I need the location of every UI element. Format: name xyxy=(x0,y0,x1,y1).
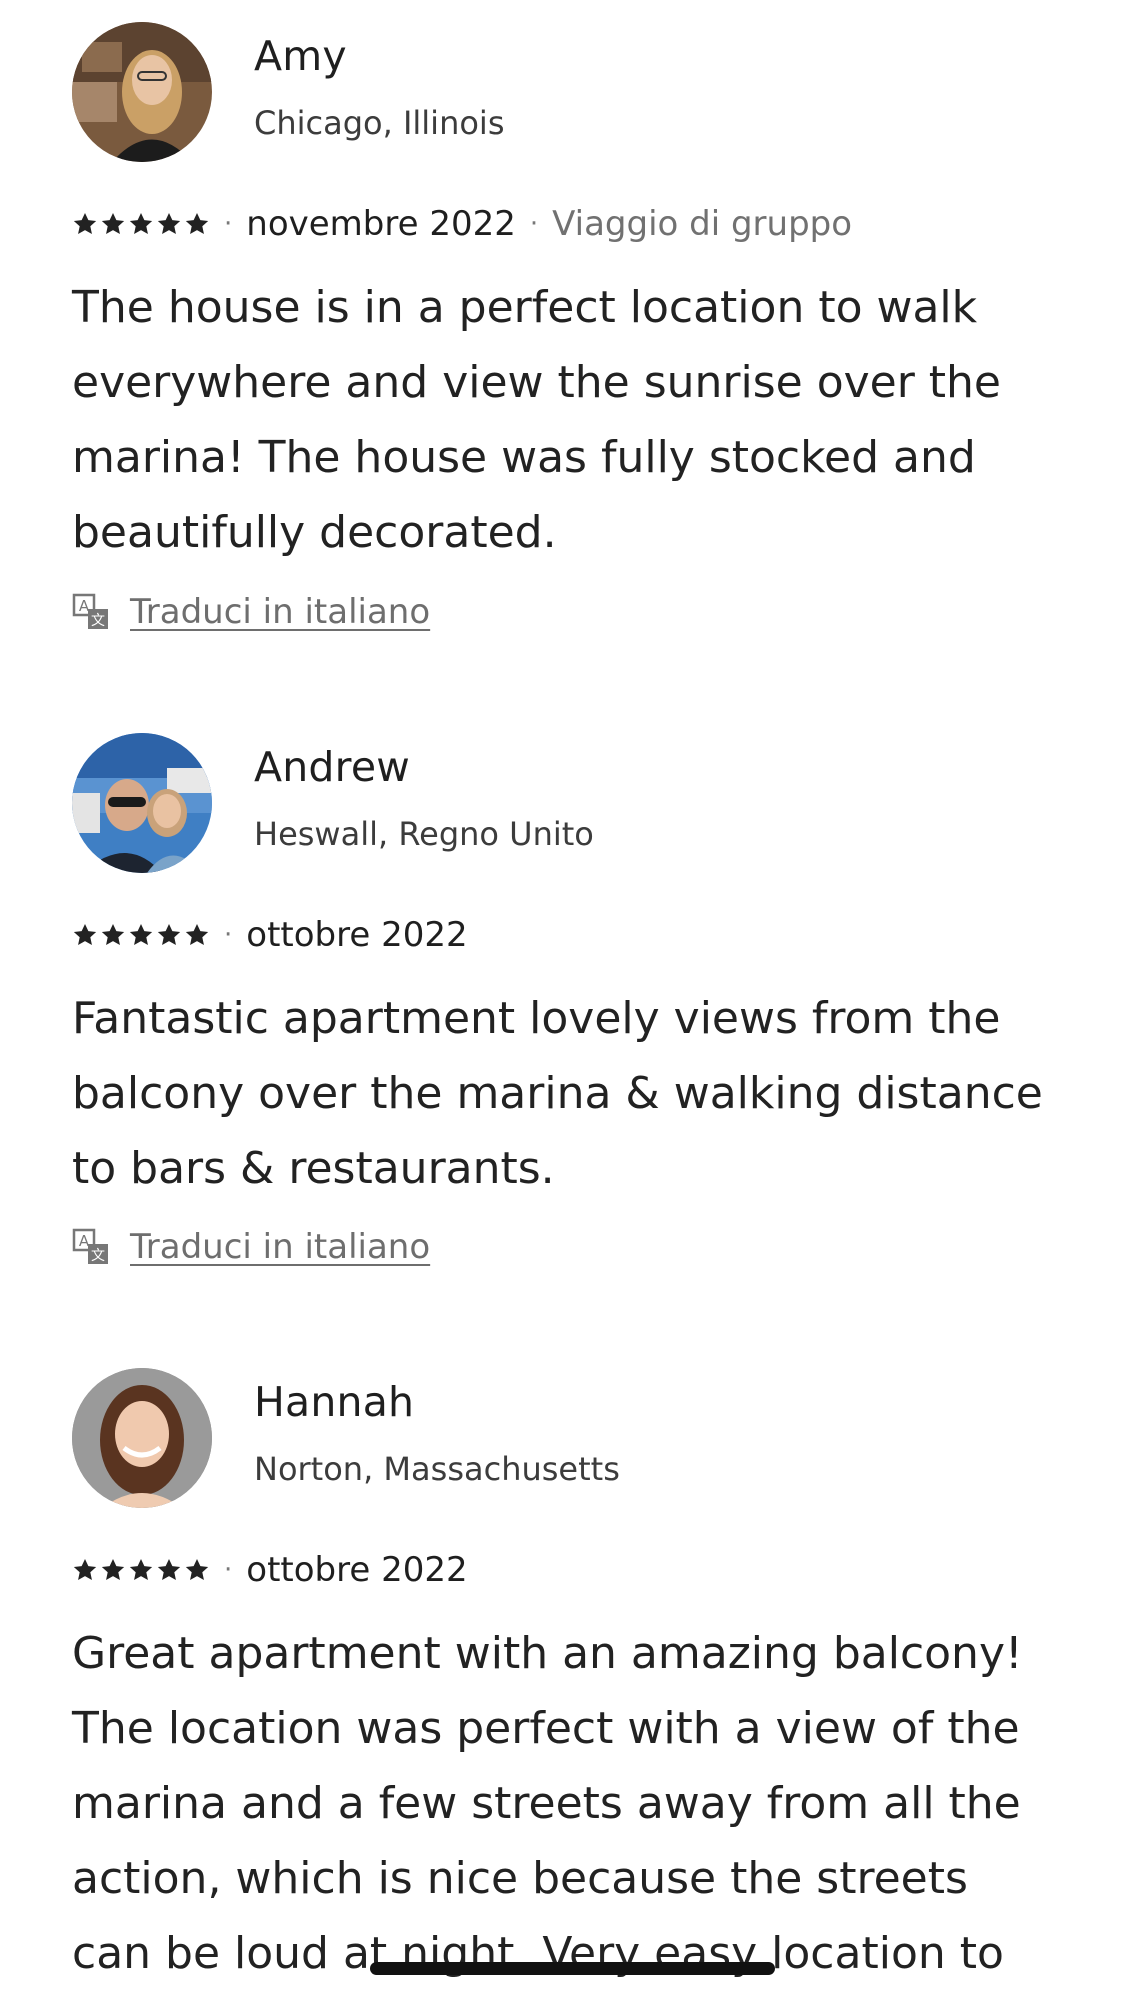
review-text-line: action, which is nice because the street… xyxy=(72,1853,968,1904)
reviewer-name: Andrew xyxy=(254,743,410,791)
review-text-line: The location was perfect with a view of … xyxy=(72,1703,1020,1754)
home-indicator[interactable] xyxy=(370,1962,775,1975)
rating-stars xyxy=(72,922,210,948)
star-icon xyxy=(73,923,97,945)
star-icon xyxy=(157,1558,181,1580)
reviewer-location: Norton, Massachusetts xyxy=(254,1450,620,1488)
review-text: Great apartment with an amazing balcony!… xyxy=(72,1616,1092,1991)
reviewer-location: Heswall, Regno Unito xyxy=(254,815,594,853)
review-meta: · ottobre 2022 xyxy=(72,1548,468,1592)
rating-stars xyxy=(72,1557,210,1583)
review-text-line: The house is in a perfect location to wa… xyxy=(72,282,978,333)
review-meta: · ottobre 2022 xyxy=(72,913,468,957)
avatar[interactable] xyxy=(72,733,212,873)
star-icon xyxy=(101,923,125,945)
review-meta: · novembre 2022 · Viaggio di gruppo xyxy=(72,202,852,246)
translate-link[interactable]: A 文 Traduci in italiano xyxy=(72,1227,430,1267)
svg-text:文: 文 xyxy=(91,613,105,629)
review-header: Hannah Norton, Massachusetts xyxy=(72,1368,1092,1508)
svg-text:文: 文 xyxy=(91,1248,105,1264)
translate-icon: A 文 xyxy=(72,593,108,629)
separator-dot: · xyxy=(224,920,233,950)
review-card: Hannah Norton, Massachusetts · ottobre 2… xyxy=(72,1368,1092,1979)
review-text-line: Fantastic apartment lovely views from th… xyxy=(72,993,1001,1044)
translate-icon: A 文 xyxy=(72,1228,108,1264)
review-date: ottobre 2022 xyxy=(246,915,468,955)
review-text-line: to bars & restaurants. xyxy=(72,1143,555,1194)
star-icon xyxy=(185,1558,209,1580)
star-icon xyxy=(185,923,209,945)
translate-link[interactable]: A 文 Traduci in italiano xyxy=(72,592,430,632)
separator-dot: · xyxy=(529,209,539,239)
star-icon xyxy=(157,923,181,945)
review-card: Andrew Heswall, Regno Unito · ottobre 20… xyxy=(72,733,1092,1267)
review-text-line: balcony over the marina & walking distan… xyxy=(72,1068,1043,1119)
star-icon xyxy=(129,923,153,945)
review-header: Amy Chicago, Illinois xyxy=(72,22,1092,162)
star-icon xyxy=(129,1558,153,1580)
review-text: The house is in a perfect location to wa… xyxy=(72,270,1092,570)
separator-dot: · xyxy=(224,1555,233,1585)
review-text: Fantastic apartment lovely views from th… xyxy=(72,981,1092,1206)
review-text-line: marina and a few streets away from all t… xyxy=(72,1778,1021,1829)
review-text-line: Great apartment with an amazing balcony! xyxy=(72,1628,1023,1679)
translate-label[interactable]: Traduci in italiano xyxy=(130,1227,430,1267)
reviewer-location: Chicago, Illinois xyxy=(254,104,505,142)
trip-type: Viaggio di gruppo xyxy=(552,204,853,244)
star-icon xyxy=(157,212,181,234)
separator-dot: · xyxy=(224,209,233,239)
review-header: Andrew Heswall, Regno Unito xyxy=(72,733,1092,873)
star-icon xyxy=(73,1558,97,1580)
review-date: ottobre 2022 xyxy=(246,1550,468,1590)
star-icon xyxy=(101,212,125,234)
star-icon xyxy=(185,212,209,234)
translate-label[interactable]: Traduci in italiano xyxy=(130,592,430,632)
review-text-line: marina! The house was fully stocked and xyxy=(72,432,976,483)
reviewer-name: Hannah xyxy=(254,1378,415,1426)
review-card: Amy Chicago, Illinois · novembre 2022 · … xyxy=(72,22,1092,632)
review-date: novembre 2022 xyxy=(246,204,516,244)
review-text-line: can be loud at night. Very easy location… xyxy=(72,1928,1004,1979)
rating-stars xyxy=(72,211,210,237)
avatar[interactable] xyxy=(72,1368,212,1508)
review-text-line: everywhere and view the sunrise over the xyxy=(72,357,1002,408)
reviewer-name: Amy xyxy=(254,32,347,80)
star-icon xyxy=(73,212,97,234)
star-icon xyxy=(101,1558,125,1580)
avatar[interactable] xyxy=(72,22,212,162)
review-text-line: beautifully decorated. xyxy=(72,507,557,558)
star-icon xyxy=(129,212,153,234)
